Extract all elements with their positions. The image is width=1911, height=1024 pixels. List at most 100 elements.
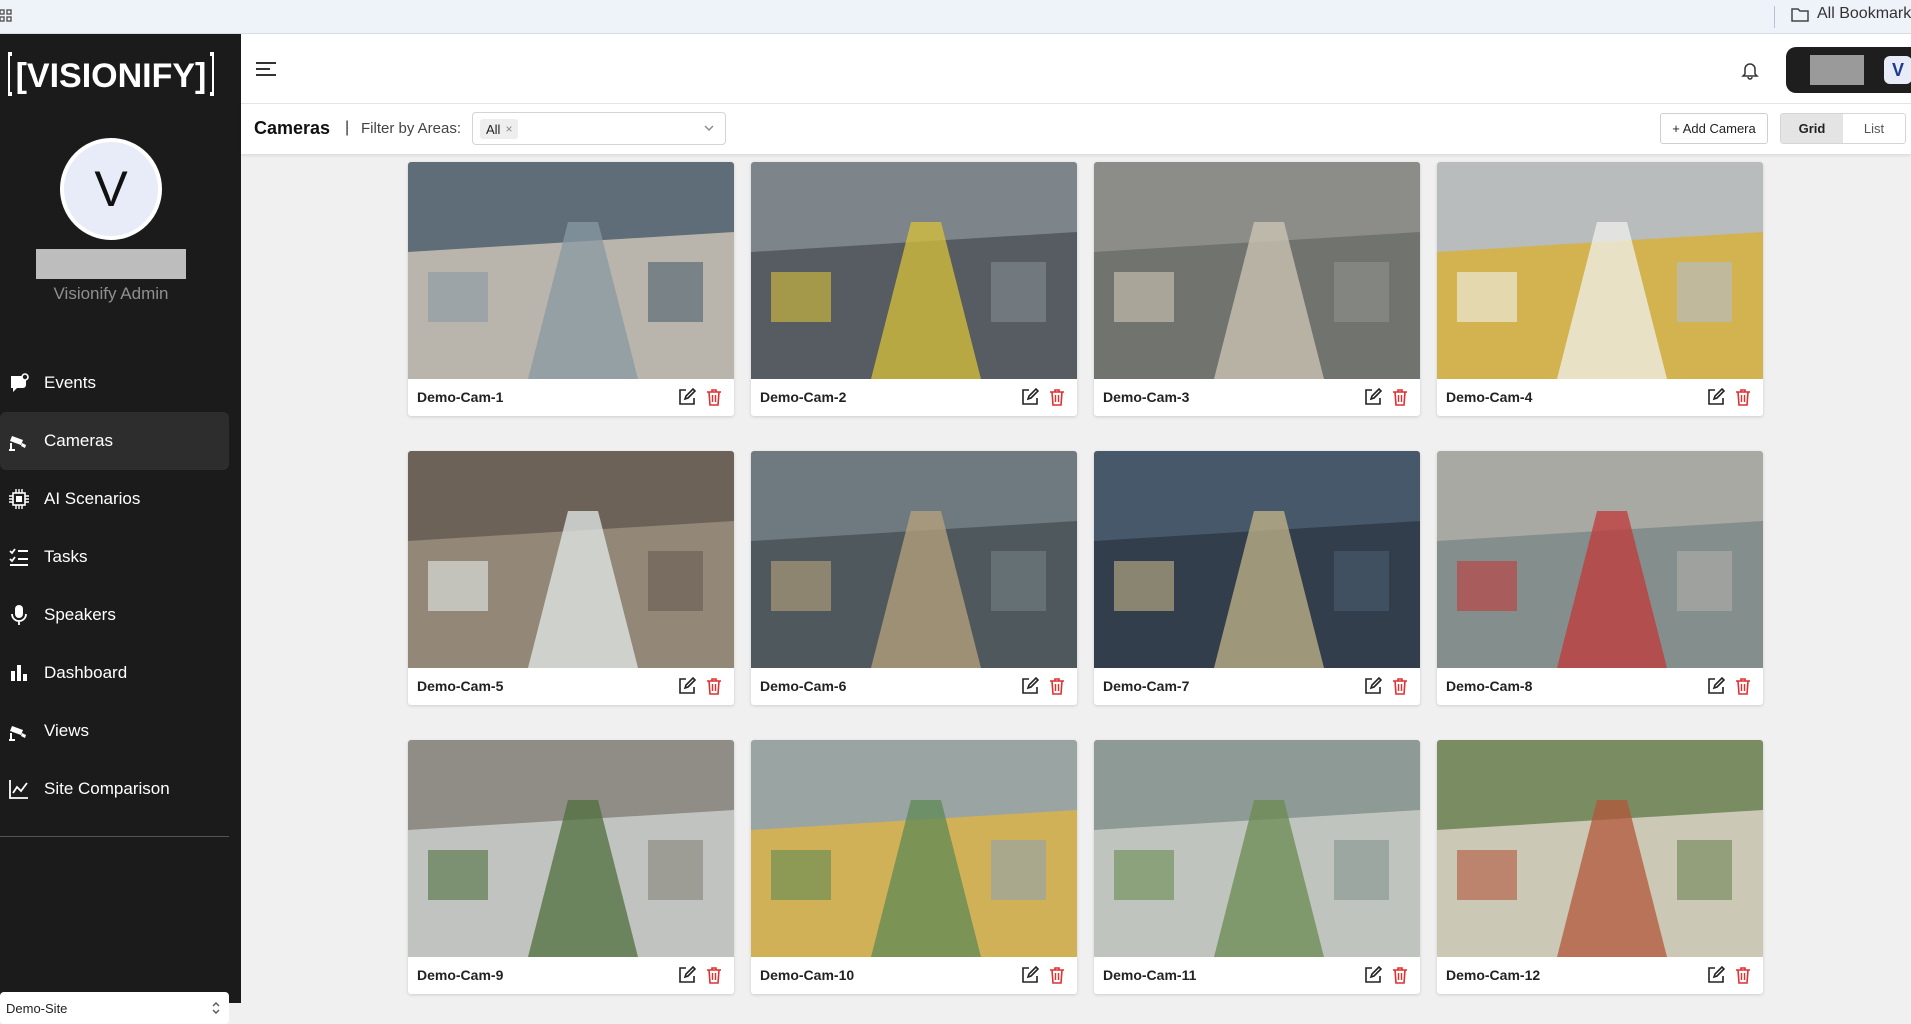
bar-chart-icon bbox=[8, 662, 30, 684]
delete-icon[interactable] bbox=[1049, 388, 1065, 406]
menu-icon[interactable] bbox=[255, 60, 277, 78]
close-icon[interactable]: × bbox=[505, 122, 512, 136]
delete-icon[interactable] bbox=[1049, 677, 1065, 695]
sidebar-item-label: Views bbox=[44, 721, 90, 740]
sidebar-item-label: Site Comparison bbox=[44, 779, 170, 798]
updown-chevron-icon bbox=[212, 1002, 220, 1014]
bookmarks-separator bbox=[1774, 6, 1775, 28]
bell-icon[interactable] bbox=[1741, 60, 1759, 80]
delete-icon[interactable] bbox=[706, 677, 722, 695]
delete-icon[interactable] bbox=[1049, 966, 1065, 984]
delete-icon[interactable] bbox=[1392, 677, 1408, 695]
apps-grid-icon[interactable] bbox=[0, 9, 12, 23]
all-bookmarks-button[interactable]: All Bookmarks bbox=[1791, 5, 1911, 23]
camera-card[interactable]: Demo-Cam-1 bbox=[408, 162, 734, 416]
delete-icon[interactable] bbox=[1735, 966, 1751, 984]
camera-feed-image[interactable] bbox=[408, 740, 734, 957]
sidebar-item-site-comparison[interactable]: Site Comparison bbox=[0, 760, 241, 818]
camera-icon bbox=[8, 720, 30, 742]
camera-feed-image[interactable] bbox=[751, 451, 1077, 668]
edit-icon[interactable] bbox=[1707, 388, 1725, 406]
avatar-initial: V bbox=[94, 161, 128, 217]
edit-icon[interactable] bbox=[1364, 677, 1382, 695]
camera-name: Demo-Cam-3 bbox=[1103, 389, 1190, 405]
delete-icon[interactable] bbox=[706, 966, 722, 984]
camera-card[interactable]: Demo-Cam-7 bbox=[1094, 451, 1420, 705]
camera-card[interactable]: Demo-Cam-2 bbox=[751, 162, 1077, 416]
delete-icon[interactable] bbox=[1392, 966, 1408, 984]
camera-feed-image[interactable] bbox=[1094, 451, 1420, 668]
camera-feed-image[interactable] bbox=[1437, 162, 1763, 379]
add-camera-button[interactable]: + Add Camera bbox=[1660, 113, 1768, 144]
sidebar-item-ai-scenarios[interactable]: AI Scenarios bbox=[0, 470, 241, 528]
filter-label: Filter by Areas: bbox=[361, 120, 462, 137]
sidebar-item-cameras[interactable]: Cameras bbox=[0, 412, 229, 470]
filter-tag-label: All bbox=[486, 121, 501, 137]
site-select[interactable]: Demo-Site bbox=[0, 992, 229, 1024]
camera-card[interactable]: Demo-Cam-4 bbox=[1437, 162, 1763, 416]
microphone-icon bbox=[8, 604, 30, 626]
camera-name: Demo-Cam-8 bbox=[1446, 678, 1533, 694]
chip-icon bbox=[8, 488, 30, 510]
sidebar-item-dashboard[interactable]: Dashboard bbox=[0, 644, 241, 702]
delete-icon[interactable] bbox=[1392, 388, 1408, 406]
camera-name: Demo-Cam-12 bbox=[1446, 967, 1541, 983]
sidebar-item-label: Dashboard bbox=[44, 663, 128, 682]
camera-name: Demo-Cam-10 bbox=[760, 967, 855, 983]
camera-feed-image[interactable] bbox=[751, 740, 1077, 957]
edit-icon[interactable] bbox=[1021, 677, 1039, 695]
edit-icon[interactable] bbox=[1364, 388, 1382, 406]
view-toggle: Grid List bbox=[1780, 113, 1906, 144]
edit-icon[interactable] bbox=[1021, 388, 1039, 406]
list-view-button[interactable]: List bbox=[1843, 114, 1905, 143]
area-filter-select[interactable]: All × bbox=[472, 112, 726, 145]
events-icon bbox=[8, 372, 30, 394]
camera-feed-image[interactable] bbox=[1094, 740, 1420, 957]
sidebar-item-label: Events bbox=[44, 373, 96, 392]
page-title: Cameras bbox=[254, 118, 331, 138]
sidebar: [VISIONIFY] V Visionify Admin Events Cam… bbox=[0, 34, 241, 1024]
sidebar-item-speakers[interactable]: Speakers bbox=[0, 586, 241, 644]
camera-feed-image[interactable] bbox=[1437, 451, 1763, 668]
tasks-icon bbox=[8, 546, 30, 568]
visionify-logo[interactable]: [VISIONIFY] bbox=[8, 50, 214, 98]
delete-icon[interactable] bbox=[1735, 677, 1751, 695]
camera-card[interactable]: Demo-Cam-10 bbox=[751, 740, 1077, 994]
grid-view-button[interactable]: Grid bbox=[1781, 114, 1843, 143]
profile-menu[interactable]: V bbox=[1786, 47, 1911, 93]
camera-name: Demo-Cam-7 bbox=[1103, 678, 1190, 694]
camera-feed-image[interactable] bbox=[1094, 162, 1420, 379]
sidebar-item-views[interactable]: Views bbox=[0, 702, 241, 760]
camera-card[interactable]: Demo-Cam-8 bbox=[1437, 451, 1763, 705]
edit-icon[interactable] bbox=[678, 388, 696, 406]
camera-feed-image[interactable] bbox=[1437, 740, 1763, 957]
camera-card[interactable]: Demo-Cam-6 bbox=[751, 451, 1077, 705]
edit-icon[interactable] bbox=[1707, 966, 1725, 984]
edit-icon[interactable] bbox=[678, 966, 696, 984]
camera-card[interactable]: Demo-Cam-3 bbox=[1094, 162, 1420, 416]
camera-feed-image[interactable] bbox=[408, 162, 734, 379]
user-avatar[interactable]: V bbox=[60, 138, 162, 240]
camera-card[interactable]: Demo-Cam-5 bbox=[408, 451, 734, 705]
camera-feed-image[interactable] bbox=[751, 162, 1077, 379]
filter-tag-all[interactable]: All × bbox=[480, 119, 519, 139]
delete-icon[interactable] bbox=[1735, 388, 1751, 406]
camera-card[interactable]: Demo-Cam-9 bbox=[408, 740, 734, 994]
delete-icon[interactable] bbox=[706, 388, 722, 406]
camera-name: Demo-Cam-6 bbox=[760, 678, 847, 694]
sidebar-item-events[interactable]: Events bbox=[0, 354, 241, 412]
camera-card[interactable]: Demo-Cam-12 bbox=[1437, 740, 1763, 994]
sidebar-item-label: Cameras bbox=[44, 431, 113, 450]
edit-icon[interactable] bbox=[1707, 677, 1725, 695]
folder-icon bbox=[1791, 7, 1809, 22]
edit-icon[interactable] bbox=[1364, 966, 1382, 984]
browser-bookmarks-bar: All Bookmarks bbox=[0, 0, 1911, 34]
camera-feed-image[interactable] bbox=[408, 451, 734, 668]
edit-icon[interactable] bbox=[1021, 966, 1039, 984]
app-header: V bbox=[241, 34, 1911, 104]
user-role: Visionify Admin bbox=[53, 284, 169, 303]
sidebar-item-tasks[interactable]: Tasks bbox=[0, 528, 241, 586]
chevron-down-icon[interactable] bbox=[703, 122, 715, 134]
camera-card[interactable]: Demo-Cam-11 bbox=[1094, 740, 1420, 994]
edit-icon[interactable] bbox=[678, 677, 696, 695]
